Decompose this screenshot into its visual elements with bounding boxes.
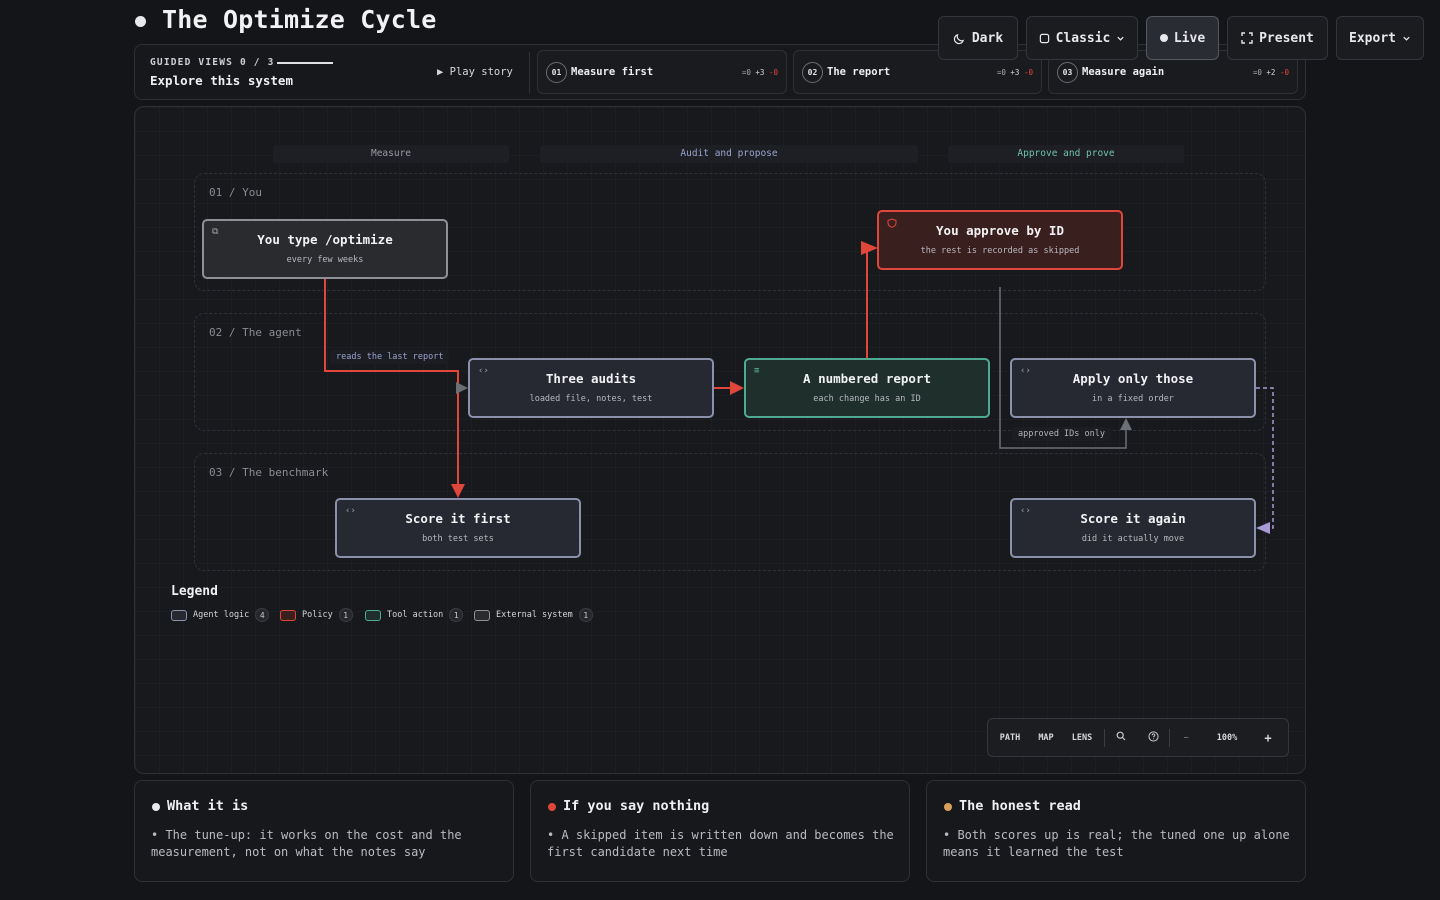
arrowhead (861, 241, 878, 255)
live-toggle-button[interactable]: Live (1146, 16, 1219, 60)
fullscreen-icon (1241, 32, 1253, 44)
help-icon[interactable] (1137, 730, 1169, 745)
node-subtitle: did it actually move (1081, 534, 1185, 544)
node-apply-only[interactable]: ‹› Apply only those in a fixed order (1010, 358, 1256, 418)
node-subtitle: loaded file, notes, test (529, 394, 653, 404)
node-title: Three audits (545, 371, 637, 386)
live-dot-icon (1159, 34, 1168, 42)
arrowhead (1256, 522, 1270, 534)
node-subtitle: both test sets (422, 534, 494, 544)
zoom-in-button[interactable]: + (1252, 731, 1284, 745)
node-subtitle: each change has an ID (813, 394, 921, 404)
diagram-edges (324, 241, 1274, 534)
node-subtitle: in a fixed order (1092, 394, 1174, 404)
export-label: Export (1349, 30, 1396, 46)
node-title: You approve by ID (936, 223, 1064, 238)
node-title: Score it again (1080, 511, 1186, 526)
node-title: Apply only those (1072, 371, 1194, 386)
theme-toggle-button[interactable]: Dark (938, 16, 1018, 60)
arrowhead (1120, 418, 1132, 430)
node-three-audits[interactable]: ‹› Three audits loaded file, notes, test (468, 358, 714, 418)
moon-icon (953, 32, 966, 45)
edge-report-to-approve (866, 247, 868, 358)
node-numbered-report[interactable]: ≡ A numbered report each change has an I… (744, 358, 990, 418)
present-label: Present (1259, 30, 1314, 46)
node-type-optimize[interactable]: ⧉ You type /optimize every few weeks (202, 219, 448, 279)
chevron-down-icon (1116, 34, 1125, 43)
live-toggle-label: Live (1173, 30, 1206, 46)
arrowhead (730, 381, 744, 395)
edge-label-reads: reads the last report (330, 350, 450, 364)
chevron-down-icon (1402, 34, 1411, 43)
edge-label-approved: approved IDs only (1012, 427, 1111, 441)
arrowhead (451, 484, 465, 498)
zoom-out-button[interactable]: − (1170, 733, 1202, 743)
node-score-again[interactable]: ‹› Score it again did it actually move (1010, 498, 1256, 558)
path-view-button[interactable]: PATH (988, 733, 1032, 743)
node-score-first[interactable]: ‹› Score it first both test sets (335, 498, 581, 558)
theme-toggle-label: Dark (971, 30, 1004, 46)
zoom-level: 100% (1216, 732, 1238, 743)
square-icon (1039, 33, 1050, 44)
style-select-label: Classic (1055, 30, 1111, 46)
node-subtitle: the rest is recorded as skipped (920, 246, 1080, 256)
map-view-button[interactable]: MAP (1032, 733, 1060, 743)
node-title: A numbered report (803, 371, 931, 386)
export-button[interactable]: Export (1336, 16, 1424, 60)
style-select-button[interactable]: Classic (1026, 16, 1138, 60)
arrowhead (456, 382, 468, 394)
edge-apply-to-score-again (1256, 387, 1274, 529)
lens-view-button[interactable]: LENS (1060, 733, 1104, 743)
view-toolbar: PATH MAP LENS − 100% + (987, 718, 1289, 757)
present-button[interactable]: Present (1227, 16, 1328, 60)
node-approve[interactable]: You approve by ID the rest is recorded a… (877, 210, 1123, 270)
node-title: Score it first (405, 511, 511, 526)
edge-optimize-to-score (324, 278, 459, 488)
search-icon[interactable] (1105, 731, 1137, 744)
node-title: You type /optimize (257, 232, 393, 247)
node-subtitle: every few weeks (286, 255, 364, 265)
